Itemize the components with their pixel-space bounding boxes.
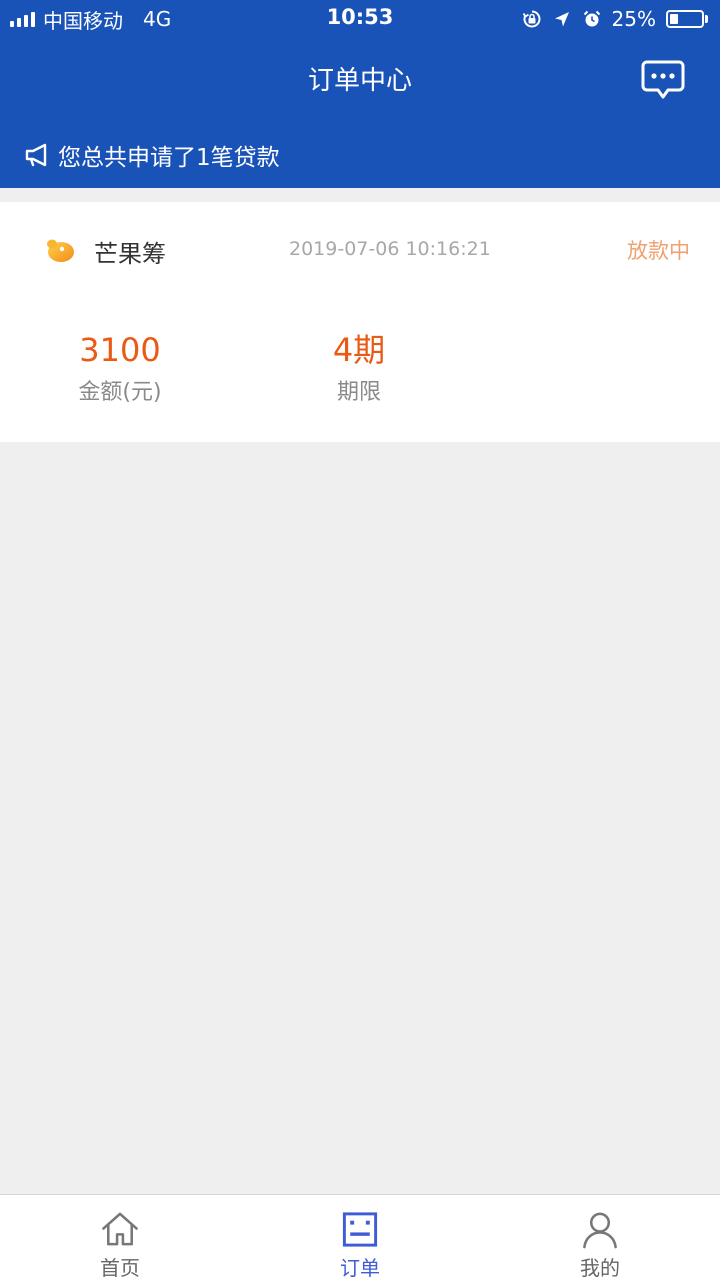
battery-percent: 25% — [611, 7, 656, 31]
chat-bubble-icon — [641, 60, 685, 99]
alarm-icon — [583, 10, 600, 27]
user-icon — [583, 1212, 617, 1249]
order-card[interactable]: 芒果筹 2019-07-06 10:16:21 放款中 3100 金额(元) 4… — [0, 202, 720, 442]
megaphone-icon — [25, 143, 47, 167]
tab-home[interactable]: 首页 — [0, 1195, 240, 1280]
order-status: 放款中 — [627, 239, 690, 263]
rotation-lock-icon — [522, 10, 541, 28]
tab-bar: 首页 订单 我的 — [0, 1194, 720, 1280]
location-arrow-icon — [554, 12, 569, 27]
header: 中国移动 4G 10:53 25% 订单中心 您总共申请了1笔贷款 — [0, 0, 720, 188]
page-title: 订单中心 — [307, 66, 412, 96]
battery-icon — [666, 10, 708, 28]
term-value: 4期 — [332, 331, 386, 369]
brand-name: 芒果筹 — [94, 240, 166, 268]
message-button[interactable] — [641, 60, 685, 102]
tab-profile[interactable]: 我的 — [480, 1195, 720, 1280]
amount-value: 3100 — [79, 331, 161, 369]
notice-text: 您总共申请了1笔贷款 — [58, 145, 280, 171]
amount-stat: 3100 金额(元) — [30, 330, 210, 406]
status-right: 25% — [522, 6, 708, 32]
home-icon — [102, 1212, 138, 1246]
tab-home-label: 首页 — [100, 1256, 140, 1280]
order-card-header: 芒果筹 2019-07-06 10:16:21 放款中 — [0, 230, 720, 270]
term-label: 期限 — [336, 380, 381, 405]
tab-orders[interactable]: 订单 — [240, 1195, 480, 1280]
loan-count-notice: 您总共申请了1笔贷款 — [24, 139, 280, 171]
amount-label: 金额(元) — [78, 380, 162, 405]
tab-profile-label: 我的 — [580, 1256, 620, 1280]
mango-logo-icon — [47, 239, 74, 262]
order-date: 2019-07-06 10:16:21 — [289, 238, 491, 260]
order-list-icon — [342, 1212, 378, 1247]
term-stat: 4期 期限 — [269, 330, 449, 406]
order-center-screen: 中国移动 4G 10:53 25% 订单中心 您总共申请了1笔贷款 芒果筹 20… — [0, 0, 720, 1280]
status-bar: 中国移动 4G 10:53 25% — [0, 0, 720, 38]
tab-orders-label: 订单 — [340, 1256, 380, 1280]
